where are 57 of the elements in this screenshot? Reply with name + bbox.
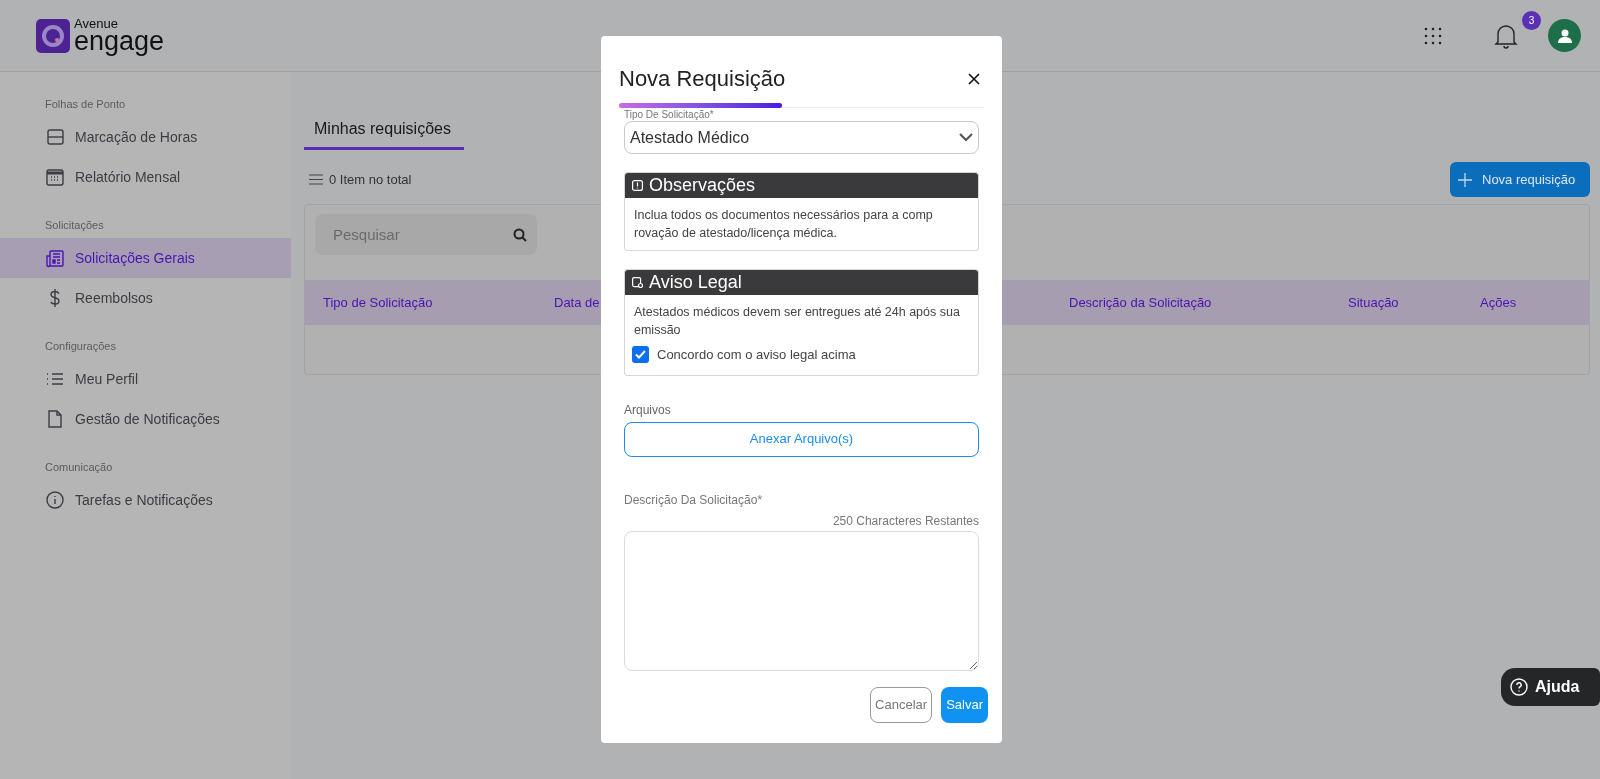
panel-title: Observações bbox=[649, 174, 756, 197]
column-header: Ações bbox=[1480, 294, 1517, 310]
calendar-icon bbox=[45, 167, 65, 187]
sidebar-item[interactable]: Reembolsos bbox=[0, 278, 291, 318]
search-icon bbox=[513, 228, 527, 242]
legal-text: Atestados médicos devem ser entregues até 24h após sua emissão bbox=[633, 304, 961, 339]
alert-icon bbox=[632, 180, 643, 191]
cancel-button[interactable]: Cancelar bbox=[870, 686, 933, 723]
rows-icon bbox=[45, 127, 65, 147]
logo-icon bbox=[36, 18, 70, 53]
column-header: Situação bbox=[1348, 294, 1399, 310]
checkmark-icon bbox=[635, 350, 646, 360]
attach-files-button[interactable]: Anexar Arquivo(s) bbox=[624, 421, 979, 457]
notification-count-badge: 3 bbox=[1522, 11, 1541, 30]
type-select[interactable]: Atestado Médico bbox=[624, 121, 979, 154]
sidebar-item[interactable]: Meu Perfil bbox=[0, 359, 291, 399]
notes-text: Inclua todos os documentos necessários para a comp rovação de atestado/licença médica. bbox=[633, 207, 934, 242]
field-label: Tipo De Solicitação* bbox=[624, 109, 715, 120]
agree-checkbox[interactable] bbox=[632, 346, 649, 364]
help-icon bbox=[1510, 678, 1528, 696]
dialog-title: Nova Requisição bbox=[619, 65, 786, 93]
logo-text: engage bbox=[74, 27, 165, 55]
logo-small-text: Avenue bbox=[74, 16, 119, 30]
tab[interactable]: Minhas requisições bbox=[304, 110, 464, 150]
document-check-icon bbox=[632, 277, 643, 288]
sidebar-section-title: Solicitações bbox=[44, 218, 105, 234]
info-icon bbox=[45, 490, 65, 510]
field-label: Arquivos bbox=[624, 401, 672, 419]
sidebar-section-title: Folhas de Ponto bbox=[44, 97, 127, 113]
characters-remaining: 250 Characteres Restantes bbox=[832, 512, 979, 530]
column-header: Data de bbox=[554, 294, 600, 310]
plus-icon bbox=[1458, 172, 1472, 187]
checkbox-label: Concordo com o aviso legal acima bbox=[657, 346, 856, 364]
sidebar-section-title: Configurações bbox=[44, 339, 117, 355]
description-field[interactable] bbox=[624, 530, 979, 671]
user-avatar[interactable] bbox=[1548, 19, 1581, 52]
menu-icon bbox=[309, 173, 323, 185]
chevron-down-icon bbox=[959, 133, 973, 142]
apps-grid-icon[interactable] bbox=[1424, 26, 1442, 45]
save-button[interactable]: Salvar bbox=[941, 686, 988, 723]
help-button[interactable]: Ajuda bbox=[1501, 668, 1600, 706]
sidebar-section-title: Comunicação bbox=[44, 460, 114, 476]
notifications-bell-icon[interactable] bbox=[1494, 22, 1518, 49]
item-count: 0 Item no total bbox=[329, 170, 412, 189]
document-icon bbox=[45, 409, 65, 429]
newspaper-icon bbox=[45, 248, 65, 268]
sidebar-item[interactable]: Tarefas e Notificações bbox=[0, 480, 291, 520]
sidebar-item[interactable]: Gestão de Notificações bbox=[0, 399, 291, 439]
search-field[interactable]: Pesquisar bbox=[315, 214, 537, 255]
panel-title: Aviso Legal bbox=[649, 271, 742, 294]
column-header: Descrição da Solicitação bbox=[1069, 294, 1212, 310]
sidebar-item[interactable]: Relatório Mensal bbox=[0, 157, 291, 197]
new-request-button[interactable]: Nova requisição bbox=[1450, 162, 1590, 197]
sidebar-item[interactable]: Solicitações Gerais bbox=[0, 238, 291, 278]
sidebar-item[interactable]: Marcação de Horas bbox=[0, 117, 291, 157]
field-label: Descrição Da Solicitação* bbox=[624, 491, 764, 509]
column-header: Tipo de Solicitação bbox=[323, 294, 433, 310]
